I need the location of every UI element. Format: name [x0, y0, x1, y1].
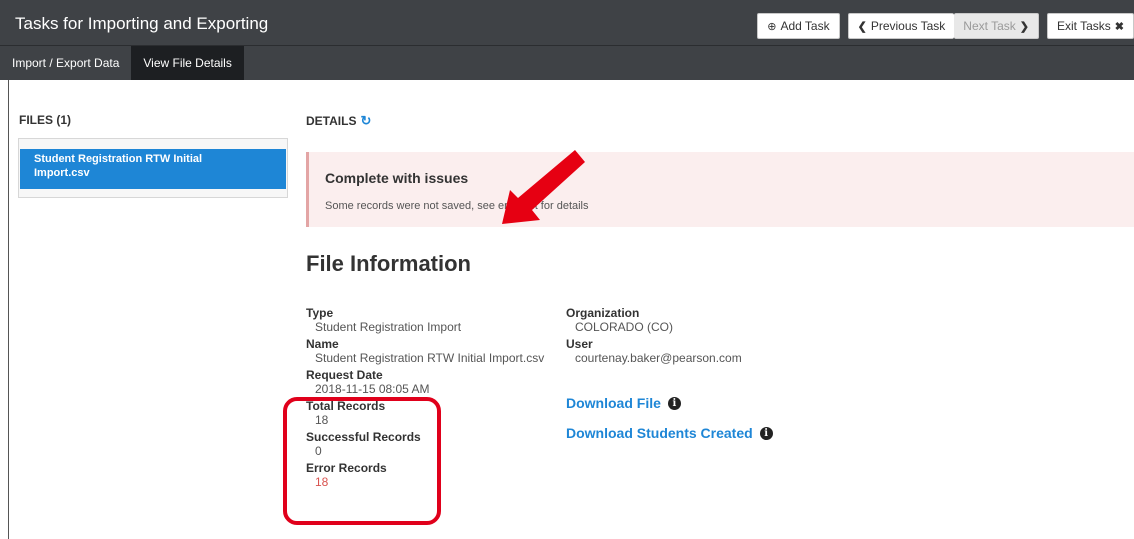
info-icon[interactable]: i: [759, 426, 773, 440]
download-students-label: Download Students Created: [566, 425, 753, 441]
details-heading-label: DETAILS: [306, 114, 357, 128]
user-label: User: [566, 337, 593, 351]
info-icon[interactable]: i: [667, 396, 681, 410]
exit-tasks-button[interactable]: Exit Tasks ✖: [1046, 13, 1134, 39]
file-name-line-1: Student Registration RTW Initial: [34, 153, 203, 165]
files-heading: FILES (1): [19, 113, 72, 127]
file-name-line-2: Import.csv: [34, 167, 90, 179]
top-bar: Tasks for Importing and Exporting ⊕ Add …: [0, 0, 1134, 80]
previous-task-label: Previous Task: [870, 19, 946, 33]
type-value: Student Registration Import: [315, 320, 462, 334]
details-heading: DETAILS ↻: [306, 113, 371, 129]
name-label: Name: [306, 337, 339, 351]
annotation-arrow-icon: [502, 150, 585, 224]
download-file-link[interactable]: Download File i: [566, 395, 681, 411]
user-value: courtenay.baker@pearson.com: [575, 351, 742, 365]
tab-bar: Import / Export Data View File Details: [0, 45, 1134, 80]
tab-view-file-details[interactable]: View File Details: [131, 46, 244, 80]
refresh-icon[interactable]: ↻: [360, 113, 371, 129]
close-icon: ✖: [1114, 20, 1124, 33]
chevron-right-icon: ❯: [1019, 20, 1029, 33]
file-info-right-column: Organization COLORADO (CO) User courtena…: [566, 306, 742, 368]
files-list: Student Registration RTW Initial Import.…: [18, 138, 288, 198]
page-title: Tasks for Importing and Exporting: [15, 14, 269, 33]
annotation-highlight-box: [283, 397, 441, 525]
chevron-left-icon: ❮: [857, 20, 867, 33]
add-task-button[interactable]: ⊕ Add Task: [757, 13, 840, 39]
plus-circle-icon: ⊕: [767, 20, 777, 33]
name-value: Student Registration RTW Initial Import.…: [315, 351, 545, 365]
alert-title: Complete with issues: [325, 170, 469, 186]
organization-label: Organization: [566, 306, 640, 320]
request-date-label: Request Date: [306, 368, 383, 382]
next-task-label: Next Task: [963, 19, 1016, 33]
request-date-value: 2018-11-15 08:05 AM: [315, 382, 430, 396]
file-information-title: File Information: [306, 251, 471, 276]
add-task-label: Add Task: [780, 19, 830, 33]
exit-tasks-label: Exit Tasks: [1056, 19, 1111, 33]
file-list-item[interactable]: Student Registration RTW Initial Import.…: [20, 149, 286, 189]
tab-import-export-data[interactable]: Import / Export Data: [0, 46, 131, 80]
previous-task-button[interactable]: ❮ Previous Task: [847, 13, 955, 39]
next-task-button[interactable]: Next Task ❯: [954, 13, 1039, 39]
status-alert: Complete with issues Some records were n…: [306, 152, 1134, 227]
type-label: Type: [306, 306, 334, 320]
task-toolbar: ⊕ Add Task ❮ Previous Task Next Task ❯ E…: [749, 13, 1134, 39]
organization-value: COLORADO (CO): [575, 320, 674, 334]
download-students-created-link[interactable]: Download Students Created i: [566, 425, 773, 441]
download-file-label: Download File: [566, 395, 661, 411]
